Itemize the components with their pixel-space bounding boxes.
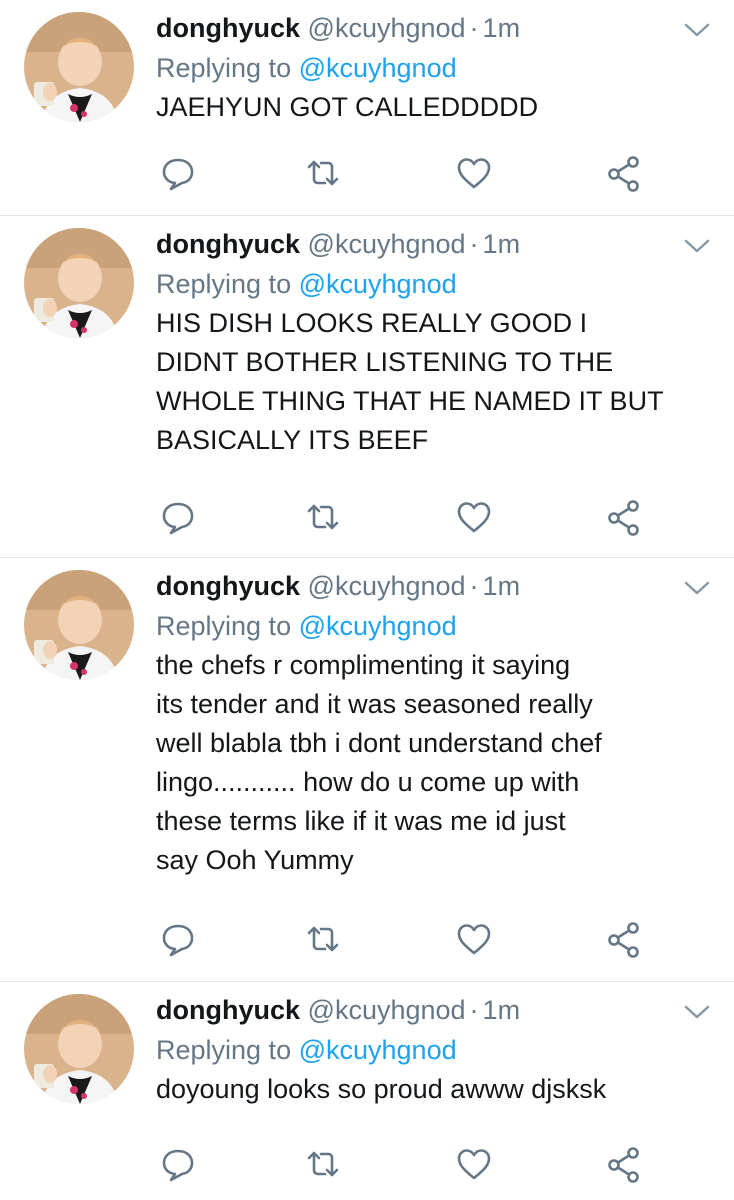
display-name[interactable]: donghyuck xyxy=(156,995,300,1025)
tweet-body: donghyuck @kcuyhgnod · 1m Replying to @kcu… xyxy=(156,8,714,127)
replying-prefix: Replying to xyxy=(156,269,299,299)
replying-prefix: Replying to xyxy=(156,1035,299,1065)
tweet-header: donghyuck @kcuyhgnod · 1m xyxy=(156,224,714,264)
avatar[interactable] xyxy=(24,570,134,680)
tweet-body: donghyuck @kcuyhgnod · 1m Replying to @kcu… xyxy=(156,566,714,880)
share-icon[interactable] xyxy=(604,919,644,959)
replying-handle-link[interactable]: @kcuyhgnod xyxy=(299,269,457,299)
user-handle[interactable]: @kcuyhgnod xyxy=(308,995,466,1025)
action-bar xyxy=(156,919,656,959)
tweet-header: donghyuck @kcuyhgnod · 1m xyxy=(156,8,714,48)
like-icon[interactable] xyxy=(454,919,494,959)
reply-icon[interactable] xyxy=(158,497,198,537)
replying-prefix: Replying to xyxy=(156,611,299,641)
avatar[interactable] xyxy=(24,994,134,1104)
avatar-photo xyxy=(24,12,134,122)
timestamp[interactable]: 1m xyxy=(483,13,521,43)
reply-icon[interactable] xyxy=(158,153,198,193)
tweet-header: donghyuck @kcuyhgnod · 1m xyxy=(156,566,714,606)
tweet-header: donghyuck @kcuyhgnod · 1m xyxy=(156,990,714,1030)
avatar[interactable] xyxy=(24,228,134,338)
display-name[interactable]: donghyuck xyxy=(156,571,300,601)
retweet-icon[interactable] xyxy=(303,1144,343,1184)
action-bar xyxy=(156,153,656,193)
chevron-down-icon[interactable] xyxy=(682,234,712,258)
tweet-text: JAEHYUN GOT CALLEDDDDD xyxy=(156,92,539,122)
tweet[interactable]: donghyuck @kcuyhgnod · 1m Replying to @kcu… xyxy=(0,558,734,982)
share-icon[interactable] xyxy=(604,497,644,537)
tweet-feed: donghyuck @kcuyhgnod · 1m Replying to @kcu… xyxy=(0,0,734,1200)
avatar[interactable] xyxy=(24,12,134,122)
tweet-text: the chefs r complimenting it saying its … xyxy=(156,650,602,875)
action-bar xyxy=(156,497,656,537)
user-handle[interactable]: @kcuyhgnod xyxy=(308,571,466,601)
tweet[interactable]: donghyuck @kcuyhgnod · 1m Replying to @kcu… xyxy=(0,982,734,1200)
chevron-down-icon[interactable] xyxy=(682,576,712,600)
chevron-down-icon[interactable] xyxy=(682,18,712,42)
avatar-photo xyxy=(24,570,134,680)
replying-to: Replying to @kcuyhgnod xyxy=(156,606,714,646)
tweet[interactable]: donghyuck @kcuyhgnod · 1m Replying to @kcu… xyxy=(0,216,734,558)
replying-to: Replying to @kcuyhgnod xyxy=(156,264,714,304)
retweet-icon[interactable] xyxy=(303,919,343,959)
timestamp[interactable]: 1m xyxy=(483,571,521,601)
reply-icon[interactable] xyxy=(158,1144,198,1184)
tweet-text: HIS DISH LOOKS REALLY GOOD I DIDNT BOTHE… xyxy=(156,308,664,455)
avatar-photo xyxy=(24,228,134,338)
separator: · xyxy=(469,229,479,259)
separator: · xyxy=(469,13,479,43)
share-icon[interactable] xyxy=(604,1144,644,1184)
reply-icon[interactable] xyxy=(158,919,198,959)
replying-to: Replying to @kcuyhgnod xyxy=(156,48,714,88)
retweet-icon[interactable] xyxy=(303,153,343,193)
replying-handle-link[interactable]: @kcuyhgnod xyxy=(299,53,457,83)
timestamp[interactable]: 1m xyxy=(483,995,521,1025)
replying-prefix: Replying to xyxy=(156,53,299,83)
like-icon[interactable] xyxy=(454,1144,494,1184)
like-icon[interactable] xyxy=(454,153,494,193)
tweet-body: donghyuck @kcuyhgnod · 1m Replying to @kcu… xyxy=(156,224,714,460)
tweet-text: doyoung looks so proud awww djsksk xyxy=(156,1074,607,1104)
display-name[interactable]: donghyuck xyxy=(156,13,300,43)
display-name[interactable]: donghyuck xyxy=(156,229,300,259)
like-icon[interactable] xyxy=(454,497,494,537)
replying-handle-link[interactable]: @kcuyhgnod xyxy=(299,1035,457,1065)
tweet-body: donghyuck @kcuyhgnod · 1m Replying to @kcu… xyxy=(156,990,714,1109)
user-handle[interactable]: @kcuyhgnod xyxy=(308,13,466,43)
replying-to: Replying to @kcuyhgnod xyxy=(156,1030,714,1070)
share-icon[interactable] xyxy=(604,153,644,193)
timestamp[interactable]: 1m xyxy=(483,229,521,259)
user-handle[interactable]: @kcuyhgnod xyxy=(308,229,466,259)
separator: · xyxy=(469,995,479,1025)
tweet[interactable]: donghyuck @kcuyhgnod · 1m Replying to @kcu… xyxy=(0,0,734,216)
separator: · xyxy=(469,571,479,601)
avatar-photo xyxy=(24,994,134,1104)
replying-handle-link[interactable]: @kcuyhgnod xyxy=(299,611,457,641)
retweet-icon[interactable] xyxy=(303,497,343,537)
action-bar xyxy=(156,1144,656,1184)
chevron-down-icon[interactable] xyxy=(682,1000,712,1024)
